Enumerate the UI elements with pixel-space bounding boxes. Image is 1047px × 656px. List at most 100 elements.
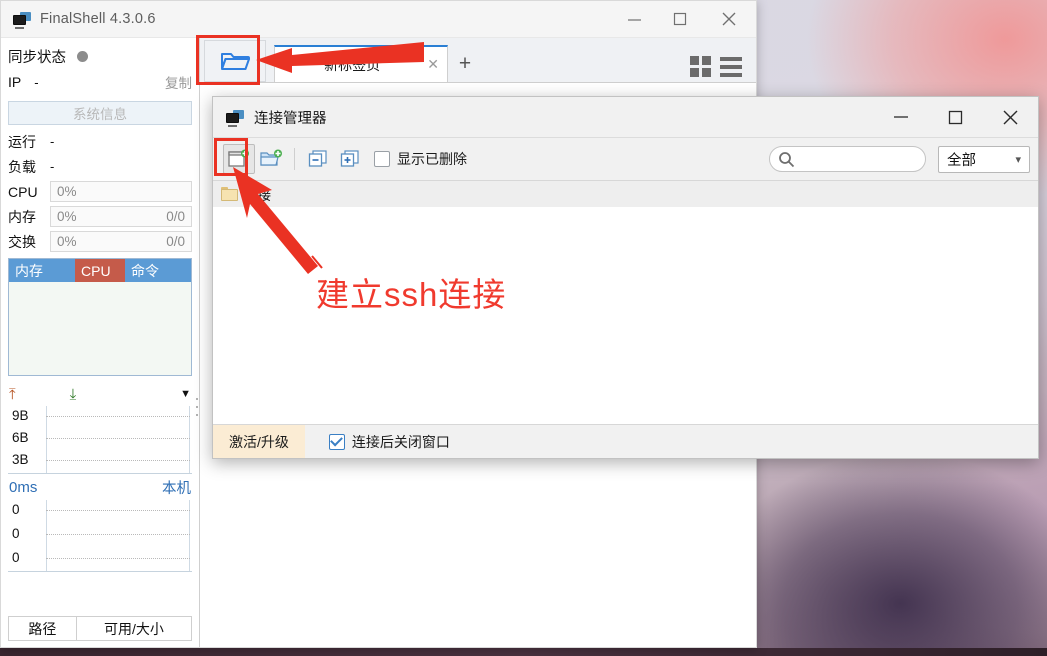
metric-extra: 0/0 bbox=[166, 234, 185, 249]
ip-row: IP - 复制 bbox=[1, 69, 199, 95]
close-after-connect-label: 连接后关闭窗口 bbox=[351, 433, 450, 450]
expand-all-icon bbox=[340, 150, 359, 167]
search-icon bbox=[779, 151, 795, 167]
collapse-all-button[interactable] bbox=[302, 144, 334, 174]
open-folder-icon bbox=[221, 53, 250, 70]
close-after-connect-checkbox[interactable] bbox=[328, 433, 345, 450]
activate-upgrade-button[interactable]: 激活/升级 bbox=[213, 425, 305, 458]
new-folder-icon bbox=[259, 149, 282, 166]
latency-host-label: 本机 bbox=[162, 480, 191, 497]
show-deleted-checkbox[interactable] bbox=[374, 151, 390, 167]
sidebar-tab-path[interactable]: 路径 bbox=[9, 617, 76, 640]
system-info-button[interactable]: 系统信息 bbox=[8, 101, 192, 125]
minimize-button[interactable] bbox=[612, 1, 657, 37]
network-axis-label: 6B bbox=[12, 430, 29, 445]
new-connection-icon bbox=[228, 149, 249, 167]
latency-header: 0ms 本机 bbox=[1, 474, 199, 500]
network-axis-label: 3B bbox=[12, 452, 29, 467]
connection-tree[interactable]: 连接 bbox=[213, 180, 1038, 424]
metric-value-box: 0% bbox=[50, 181, 192, 202]
menu-list-icon[interactable] bbox=[720, 56, 742, 77]
folder-icon bbox=[221, 187, 238, 201]
arrow-up-icon: ⤒ bbox=[9, 385, 16, 403]
close-after-connect-row[interactable]: 连接后关闭窗口 bbox=[328, 432, 450, 452]
metric-key: 内存 bbox=[8, 208, 36, 225]
column-header-cpu[interactable]: CPU bbox=[75, 259, 125, 282]
search-input[interactable] bbox=[800, 150, 917, 168]
main-titlebar: FinalShell 4.3.0.6 bbox=[1, 1, 756, 38]
metric-extra: 0/0 bbox=[166, 209, 185, 224]
metric-row-cpu: CPU 0% bbox=[1, 179, 199, 204]
column-header-command[interactable]: 命令 bbox=[125, 259, 191, 282]
grid-view-icon[interactable] bbox=[690, 56, 711, 77]
latency-value: 0ms bbox=[9, 478, 38, 496]
process-table-header: 内存 CPU 命令 bbox=[9, 259, 191, 282]
network-chart: 9B 6B 3B bbox=[8, 406, 192, 474]
new-folder-button[interactable] bbox=[255, 144, 287, 174]
metric-value: 0% bbox=[57, 184, 77, 199]
sync-status-label: 同步状态 bbox=[8, 49, 66, 66]
dialog-close-button[interactable] bbox=[983, 97, 1038, 137]
network-axis-label: 9B bbox=[12, 408, 29, 423]
metric-value-box: 0% 0/0 bbox=[50, 231, 192, 252]
ip-value: - bbox=[34, 74, 39, 90]
monitor-icon bbox=[226, 109, 244, 127]
sidebar-resize-grip[interactable] bbox=[194, 396, 200, 418]
expand-all-button[interactable] bbox=[334, 144, 366, 174]
metric-key: 负载 bbox=[8, 158, 36, 175]
open-session-button[interactable] bbox=[204, 40, 266, 82]
metric-value: 0% bbox=[57, 209, 77, 224]
close-button[interactable] bbox=[702, 1, 756, 37]
latency-axis-label: 0 bbox=[12, 526, 20, 541]
tabstrip-right-icons bbox=[690, 56, 756, 82]
metric-row-swap: 交换 0% 0/0 bbox=[1, 229, 199, 254]
sidebar-tab-free-size[interactable]: 可用/大小 bbox=[75, 617, 191, 640]
tab-strip: 新标签页 ✕ + bbox=[200, 38, 756, 83]
connection-manager-dialog: 连接管理器 显示已删除 全部 ▾ 连接 激活/升级 连接后关闭窗口 bbox=[212, 96, 1039, 459]
process-table-body bbox=[9, 282, 191, 375]
sync-status-row: 同步状态 bbox=[1, 43, 199, 69]
sync-status-dot bbox=[77, 50, 88, 62]
dialog-title: 连接管理器 bbox=[254, 110, 327, 127]
chevron-down-icon: ▾ bbox=[1015, 153, 1021, 166]
search-box[interactable] bbox=[769, 146, 926, 172]
metric-key: CPU bbox=[8, 183, 38, 200]
dialog-maximize-button[interactable] bbox=[928, 97, 983, 137]
tree-item-label: 连接 bbox=[244, 188, 271, 203]
metric-value: - bbox=[50, 134, 55, 149]
metric-value: - bbox=[50, 159, 55, 174]
column-header-memory[interactable]: 内存 bbox=[9, 259, 75, 282]
filter-selected-value: 全部 bbox=[947, 152, 976, 169]
collapse-all-icon bbox=[308, 150, 327, 167]
latency-chart: 0 0 0 bbox=[8, 500, 192, 572]
process-table: 内存 CPU 命令 bbox=[8, 258, 192, 376]
tab-label: 新标签页 bbox=[324, 56, 381, 73]
ip-label: IP bbox=[8, 74, 22, 90]
dialog-minimize-button[interactable] bbox=[873, 97, 928, 137]
maximize-button[interactable] bbox=[657, 1, 702, 37]
dialog-window-buttons bbox=[873, 97, 1038, 137]
show-deleted-checkbox-row[interactable]: 显示已删除 bbox=[374, 149, 467, 169]
filter-select[interactable]: 全部 ▾ bbox=[938, 145, 1030, 173]
metric-value-box: 0% 0/0 bbox=[50, 206, 192, 227]
metric-value: 0% bbox=[57, 234, 77, 249]
tree-item-connections[interactable]: 连接 bbox=[213, 181, 1038, 207]
metric-row-uptime: 运行 - bbox=[1, 129, 199, 154]
latency-axis-label: 0 bbox=[12, 502, 20, 517]
new-connection-button[interactable] bbox=[223, 144, 255, 174]
dialog-titlebar: 连接管理器 bbox=[213, 97, 1038, 137]
main-window-buttons bbox=[612, 1, 756, 37]
close-icon[interactable]: ✕ bbox=[421, 56, 439, 73]
metric-row-memory: 内存 0% 0/0 bbox=[1, 204, 199, 229]
system-info-sidebar: 同步状态 IP - 复制 系统信息 运行 - 负载 - CPU 0% 内存 0%… bbox=[1, 38, 200, 647]
dialog-footer: 激活/升级 连接后关闭窗口 bbox=[213, 424, 1038, 458]
add-tab-button[interactable]: + bbox=[448, 45, 482, 82]
network-chart-header: ⤒ ⤓ ▼ bbox=[1, 382, 199, 406]
copy-ip-link[interactable]: 复制 bbox=[165, 72, 192, 92]
metric-row-load: 负载 - bbox=[1, 154, 199, 179]
show-deleted-label: 显示已删除 bbox=[397, 151, 467, 167]
tab-new-page[interactable]: 新标签页 ✕ bbox=[274, 45, 448, 82]
caret-down-icon[interactable]: ▼ bbox=[180, 388, 191, 400]
app-title: FinalShell 4.3.0.6 bbox=[40, 11, 156, 27]
